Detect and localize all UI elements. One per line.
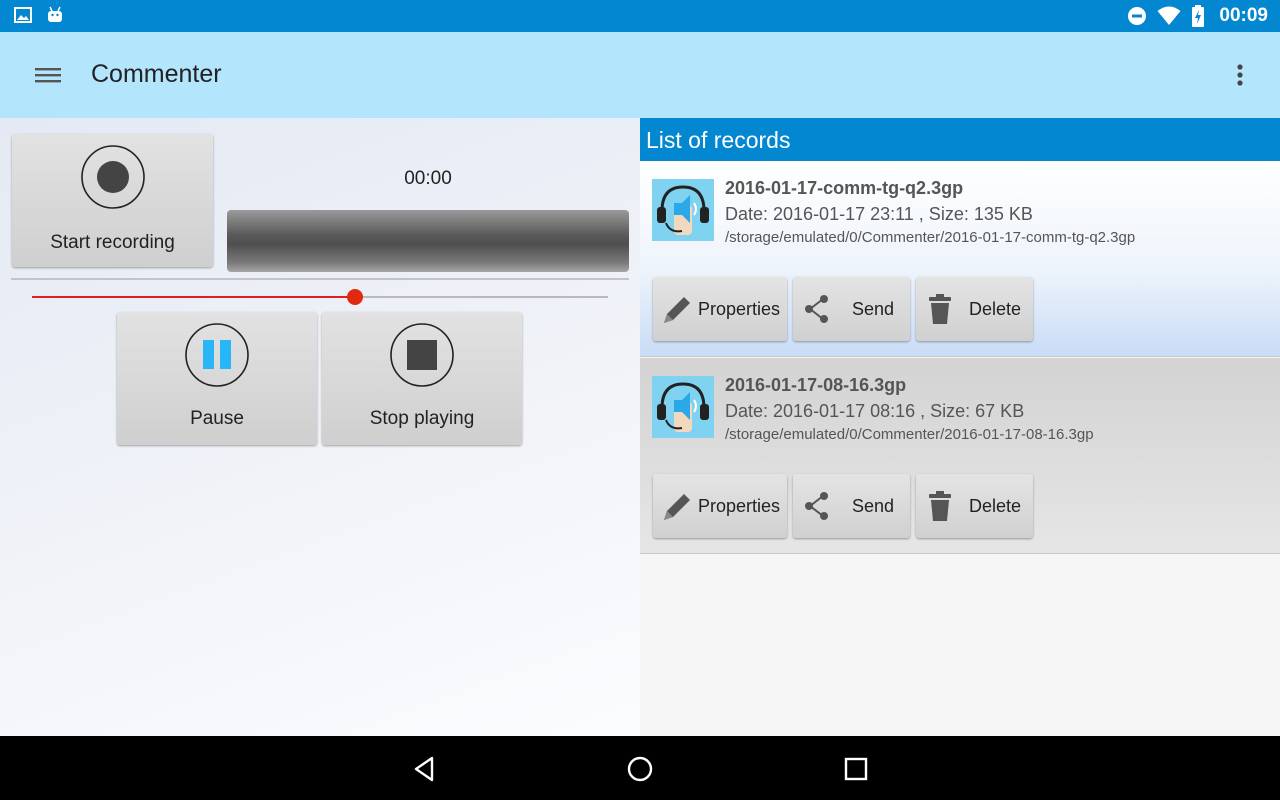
trash-icon [929, 294, 951, 324]
record-name: 2016-01-17-comm-tg-q2.3gp [725, 178, 964, 198]
record-info: Date: 2016-01-17 08:16 , Size: 67 KB [725, 401, 1025, 421]
record-thumbnail-icon[interactable] [652, 376, 714, 438]
delete-button[interactable]: Delete [916, 474, 1033, 538]
record-item[interactable]: 2016-01-17-08-16.3gp Date: 2016-01-17 08… [640, 358, 1280, 554]
pause-label: Pause [190, 408, 244, 429]
start-recording-label: Start recording [50, 232, 175, 253]
app-title: Commenter [91, 60, 222, 88]
navigation-bar [0, 736, 1280, 800]
wifi-icon [1157, 6, 1181, 25]
trash-icon [929, 491, 951, 521]
send-button[interactable]: Send [793, 474, 910, 538]
android-icon [48, 6, 62, 22]
status-time: 00:09 [1219, 5, 1268, 26]
pause-button[interactable]: Pause [117, 312, 317, 445]
app-bar: Commenter [0, 32, 1280, 118]
record-icon [80, 145, 145, 209]
home-icon[interactable] [625, 754, 655, 784]
status-bar: 00:09 [0, 0, 1280, 32]
record-path: /storage/emulated/0/Commenter/2016-01-17… [725, 426, 1094, 443]
send-label: Send [852, 299, 895, 319]
record-item[interactable]: 2016-01-17-comm-tg-q2.3gp Date: 2016-01-… [640, 161, 1280, 357]
stop-playing-button[interactable]: Stop playing [322, 312, 522, 445]
seek-bar[interactable] [32, 289, 608, 305]
seek-bar-thumb[interactable] [346, 289, 363, 305]
record-name: 2016-01-17-08-16.3gp [725, 375, 907, 395]
do-not-disturb-icon [1128, 7, 1147, 25]
image-icon [14, 7, 32, 23]
properties-label: Properties [698, 496, 781, 516]
pencil-icon [664, 494, 690, 520]
record-info: Date: 2016-01-17 23:11 , Size: 135 KB [725, 204, 1033, 224]
records-panel: List of records 2016-01-17-comm-tg-q2.3g… [640, 118, 1280, 736]
overflow-menu-icon[interactable] [1228, 60, 1252, 90]
records-header: List of records [640, 118, 1280, 161]
delete-button[interactable]: Delete [916, 277, 1033, 341]
stop-icon [390, 323, 454, 387]
recents-icon[interactable] [841, 754, 871, 784]
recorder-panel: Start recording 00:00 Pause Stop playing [0, 118, 640, 736]
pause-icon [185, 323, 249, 387]
divider [11, 278, 629, 280]
pencil-icon [664, 297, 690, 323]
send-button[interactable]: Send [793, 277, 910, 341]
hamburger-menu-icon[interactable] [30, 60, 66, 90]
delete-label: Delete [969, 496, 1022, 516]
audio-level-bar [227, 210, 629, 272]
records-header-title: List of records [646, 127, 791, 153]
back-icon[interactable] [410, 754, 440, 784]
share-icon [805, 492, 828, 520]
stop-playing-label: Stop playing [369, 408, 475, 429]
properties-button[interactable]: Properties [653, 474, 787, 538]
share-icon [805, 295, 828, 323]
battery-charging-icon [1192, 5, 1205, 27]
record-path: /storage/emulated/0/Commenter/2016-01-17… [725, 229, 1136, 246]
seek-bar-progress [32, 296, 355, 298]
properties-button[interactable]: Properties [653, 277, 787, 341]
delete-label: Delete [969, 299, 1022, 319]
record-thumbnail-icon[interactable] [652, 179, 714, 241]
timer-display: 00:00 [404, 168, 452, 189]
send-label: Send [852, 496, 895, 516]
start-recording-button[interactable]: Start recording [12, 134, 213, 267]
properties-label: Properties [698, 299, 781, 319]
